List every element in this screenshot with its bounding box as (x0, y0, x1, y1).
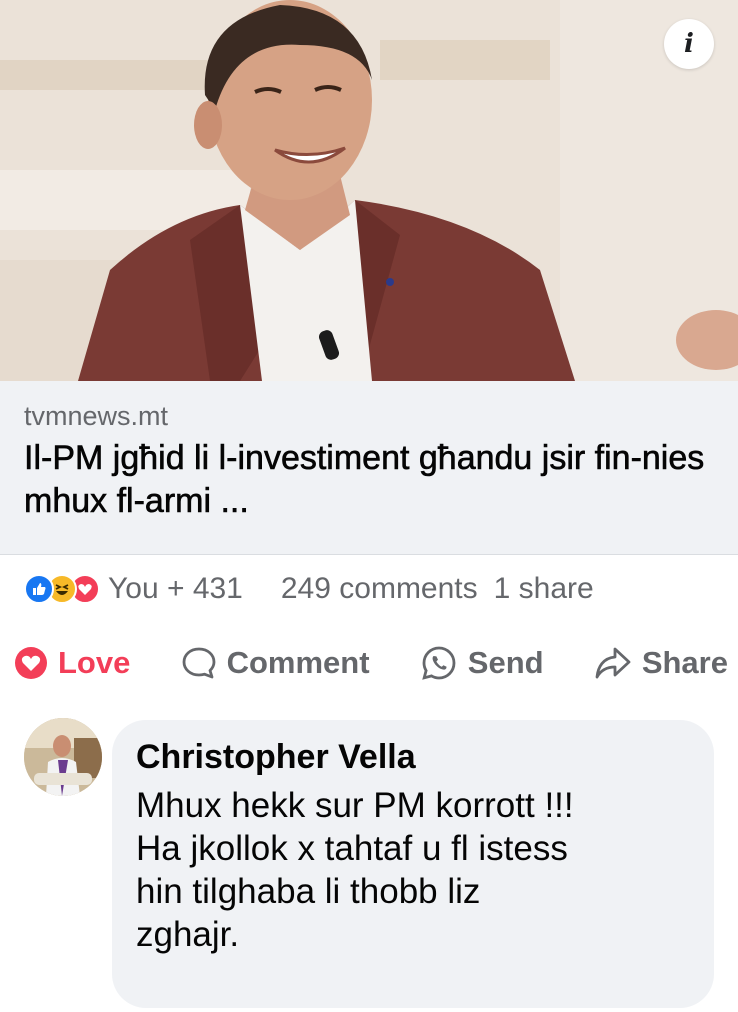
reaction-count[interactable]: You + 431 (108, 572, 243, 606)
comment-icon (182, 647, 215, 679)
info-icon[interactable]: i (664, 19, 714, 69)
reaction-icons[interactable] (24, 574, 100, 604)
facebook-post: i tvmnews.mt Il-PM jgħid li l-investimen… (0, 0, 738, 1012)
comment-bubble: Christopher Vella Mhux hekk sur PM korro… (112, 720, 714, 1008)
love-button[interactable]: Love (14, 645, 130, 681)
comment-text: Mhux hekk sur PM korrott !!! Ha jkollok … (136, 786, 574, 954)
send-button[interactable]: Send (420, 644, 544, 682)
comment-label: Comment (226, 645, 370, 680)
comment-button[interactable]: Comment (181, 645, 370, 681)
send-label: Send (467, 645, 544, 680)
heart-icon (15, 647, 47, 679)
reactions-summary: You + 431 249 comments 1 share (24, 566, 724, 612)
man-photo (0, 0, 738, 381)
like-icon (24, 574, 54, 604)
link-preview-meta[interactable]: tvmnews.mt Il-PM jgħid li l-investiment … (0, 381, 738, 555)
share-button[interactable]: Share (594, 645, 728, 681)
link-title[interactable]: Il-PM jgħid li l-investiment għandu jsir… (24, 437, 714, 523)
action-bar: Love Comment Send Share (14, 638, 728, 688)
link-domain: tvmnews.mt (24, 401, 169, 431)
avatar[interactable] (24, 718, 102, 796)
love-label: Love (58, 645, 131, 680)
whatsapp-icon (422, 646, 456, 680)
shares-count[interactable]: 1 share (494, 572, 594, 606)
comment-author[interactable]: Christopher Vella (136, 736, 690, 778)
share-arrow-icon (595, 647, 631, 679)
comments-count[interactable]: 249 comments (281, 572, 478, 606)
share-label: Share (641, 645, 728, 680)
link-preview-image[interactable]: i (0, 0, 738, 381)
